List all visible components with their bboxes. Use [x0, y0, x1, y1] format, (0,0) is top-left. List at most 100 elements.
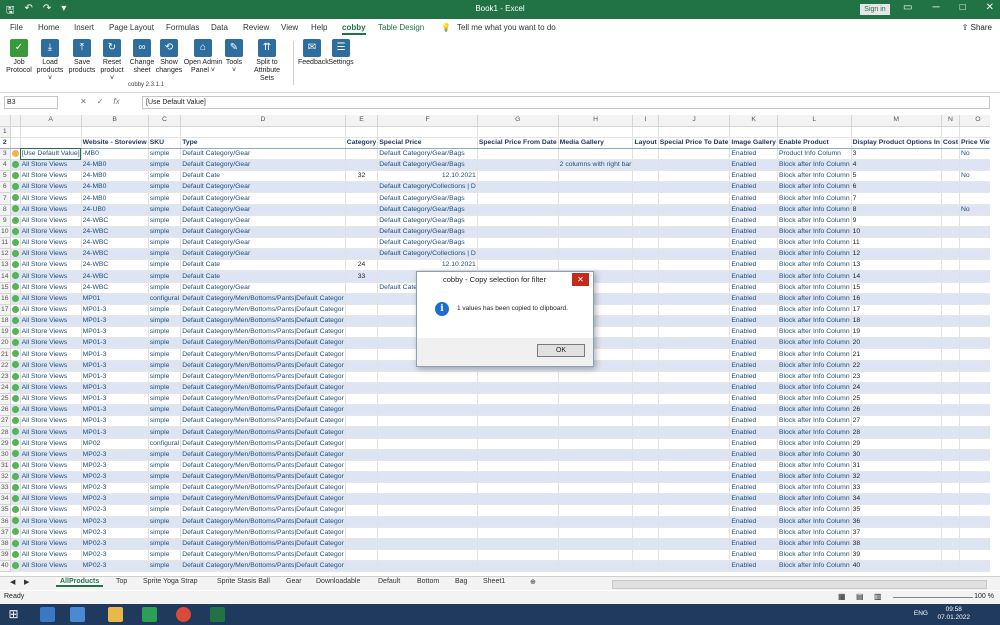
cell-m[interactable]: Block after Info Column: [777, 204, 852, 216]
cell-d[interactable]: simple: [148, 493, 182, 506]
tab-review[interactable]: Review: [243, 23, 269, 32]
cell-f[interactable]: [345, 304, 379, 317]
show-changes-button[interactable]: ⟲ Show changes: [155, 39, 183, 75]
cell-g[interactable]: [377, 382, 478, 395]
cell-g[interactable]: Default Category/Gear/Bags: [377, 226, 478, 239]
cell-i[interactable]: [558, 170, 634, 183]
cell-e[interactable]: Default Category/Gear: [180, 226, 346, 239]
cell-m[interactable]: Block after Info Column: [777, 549, 852, 562]
cell-p[interactable]: [959, 215, 990, 227]
cell-l[interactable]: Enabled: [729, 393, 778, 406]
cell-n[interactable]: 38: [851, 538, 942, 550]
cell-p[interactable]: [959, 426, 990, 439]
share-button[interactable]: ⇪ Share: [962, 23, 992, 32]
row-number[interactable]: 13: [0, 259, 11, 272]
tab-home[interactable]: Home: [38, 23, 59, 32]
cell-k[interactable]: [658, 304, 731, 317]
cell-storeview[interactable]: All Store Views: [20, 282, 82, 294]
cell-i[interactable]: [558, 237, 634, 250]
row-number[interactable]: 6: [0, 181, 11, 194]
cell-d[interactable]: simple: [148, 516, 182, 528]
cell-p[interactable]: No: [959, 170, 990, 183]
sheet-tab-sprite-stasis-ball[interactable]: Sprite Stasis Ball: [217, 578, 270, 585]
cell-l[interactable]: Enabled: [729, 215, 778, 227]
status-cell[interactable]: [10, 315, 21, 328]
cell-l[interactable]: Enabled: [729, 516, 778, 528]
cell-j[interactable]: [632, 560, 659, 573]
cell-e[interactable]: Default Category/Men/Bottoms/Pants|Defau…: [180, 449, 346, 461]
cell-d[interactable]: simple: [148, 270, 182, 283]
cell-m[interactable]: Block after Info Column: [777, 460, 852, 473]
cell-l[interactable]: Enabled: [729, 438, 778, 450]
cell-l[interactable]: Enabled: [729, 148, 778, 161]
cell-storeview[interactable]: All Store Views: [20, 404, 82, 417]
cell-storeview[interactable]: All Store Views: [20, 192, 82, 205]
cell-f[interactable]: [345, 393, 379, 406]
cell-c[interactable]: 24-MB0: [81, 159, 149, 172]
cell-f[interactable]: [345, 348, 379, 361]
dialog-close-button[interactable]: ✕: [572, 273, 589, 286]
excel-taskbar-icon[interactable]: [210, 607, 225, 622]
cell-l[interactable]: Enabled: [729, 549, 778, 562]
cell-f[interactable]: [345, 371, 379, 383]
cell-p[interactable]: [959, 326, 990, 339]
status-cell[interactable]: [10, 527, 21, 539]
cell-j[interactable]: [632, 337, 659, 350]
cell-k[interactable]: [658, 181, 731, 194]
cell-m[interactable]: Block after Info Column: [777, 348, 852, 361]
status-cell[interactable]: [10, 415, 21, 428]
cell-k[interactable]: [658, 449, 731, 461]
cell-m[interactable]: Block after Info Column: [777, 226, 852, 239]
cell-l[interactable]: Enabled: [729, 360, 778, 372]
cell-d[interactable]: simple: [148, 504, 182, 517]
cell[interactable]: [377, 126, 478, 138]
cell-f[interactable]: [345, 549, 379, 562]
cell-o[interactable]: [941, 181, 960, 194]
cell-n[interactable]: 28: [851, 426, 942, 439]
column-header[interactable]: K: [729, 115, 778, 127]
status-cell[interactable]: [10, 382, 21, 395]
cell-l[interactable]: Enabled: [729, 404, 778, 417]
cell-o[interactable]: [941, 560, 960, 573]
cell-e[interactable]: Default Category/Men/Bottoms/Pants|Defau…: [180, 538, 346, 550]
cell-c[interactable]: MP02-3: [81, 460, 149, 473]
sheet-tab-top[interactable]: Top: [116, 578, 127, 585]
cell-c[interactable]: MP02-3: [81, 538, 149, 550]
cell-p[interactable]: [959, 449, 990, 461]
cell[interactable]: [345, 126, 379, 138]
cell-l[interactable]: Enabled: [729, 382, 778, 395]
cell-o[interactable]: [941, 360, 960, 372]
cell-p[interactable]: [959, 438, 990, 450]
cell-e[interactable]: Default Category/Gear: [180, 192, 346, 205]
cell-k[interactable]: [658, 270, 731, 283]
cell-k[interactable]: [658, 293, 731, 305]
cell-k[interactable]: [658, 360, 731, 372]
cell-storeview[interactable]: All Store Views: [20, 304, 82, 317]
cell-i[interactable]: [558, 404, 634, 417]
cell-l[interactable]: Enabled: [729, 282, 778, 294]
header-cell[interactable]: [10, 137, 21, 149]
cell-d[interactable]: configural: [148, 293, 182, 305]
cell-i[interactable]: 2 columns with right bar: [558, 159, 634, 172]
cell-n[interactable]: 7: [851, 192, 942, 205]
cell-k[interactable]: [658, 315, 731, 328]
row-number[interactable]: 18: [0, 315, 11, 328]
minimize-icon[interactable]: ─: [932, 2, 939, 13]
cell-c[interactable]: 24-WBC: [81, 282, 149, 294]
cell-f[interactable]: 33: [345, 270, 379, 283]
cell-p[interactable]: [959, 404, 990, 417]
cell-c[interactable]: 24-MB0: [81, 192, 149, 205]
cell-n[interactable]: 22: [851, 360, 942, 372]
cell-d[interactable]: simple: [148, 360, 182, 372]
cell-k[interactable]: [658, 438, 731, 450]
row-number[interactable]: 7: [0, 192, 11, 205]
cell-storeview[interactable]: All Store Views: [20, 170, 82, 183]
cell-g[interactable]: 12.10.2021: [377, 170, 478, 183]
cell-h[interactable]: [477, 538, 559, 550]
cell-o[interactable]: [941, 549, 960, 562]
cell-c[interactable]: MP01-3: [81, 304, 149, 317]
status-cell[interactable]: [10, 516, 21, 528]
status-cell[interactable]: [10, 504, 21, 517]
cell-c[interactable]: MP01: [81, 293, 149, 305]
cell-storeview[interactable]: All Store Views: [20, 549, 82, 562]
